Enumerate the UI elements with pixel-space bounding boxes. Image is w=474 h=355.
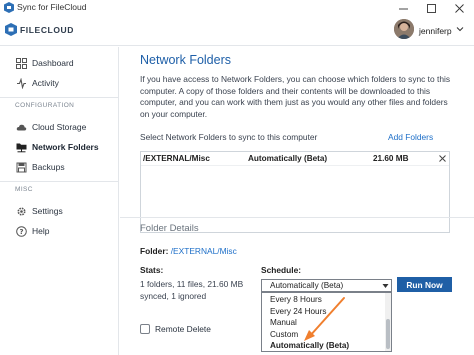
sidebar-item-cloud-storage[interactable]: Cloud Storage: [0, 117, 118, 137]
sidebar-item-label: Activity: [32, 78, 59, 88]
sidebar-item-label: Settings: [32, 206, 63, 216]
add-folders-link[interactable]: Add Folders: [388, 132, 433, 142]
sidebar-item-settings[interactable]: Settings: [0, 201, 118, 221]
run-now-button[interactable]: Run Now: [397, 277, 452, 292]
remove-icon[interactable]: [438, 154, 447, 163]
network-folder-list: /EXTERNAL/Misc Automatically (Beta) 21.6…: [140, 151, 450, 233]
dropdown-scrollbar[interactable]: [385, 293, 391, 351]
section-label-configuration: CONFIGURATION: [15, 102, 75, 109]
select-folders-label: Select Network Folders to sync to this c…: [140, 132, 318, 142]
table-row[interactable]: /EXTERNAL/Misc Automatically (Beta) 21.6…: [141, 152, 449, 166]
sidebar-item-label: Network Folders: [32, 142, 99, 152]
folder-info: Folder: /EXTERNAL/Misc: [140, 246, 237, 256]
svg-text:?: ?: [19, 228, 23, 236]
window-title: Sync for FileCloud: [17, 2, 87, 12]
backups-icon: [16, 162, 27, 173]
filecloud-logo: FILECLOUD: [5, 23, 74, 36]
sidebar-divider: [0, 181, 118, 182]
username[interactable]: jenniferp: [419, 26, 452, 36]
sidebar: Dashboard Activity CONFIGURATION Cloud S…: [0, 47, 119, 355]
schedule-select[interactable]: Automatically (Beta): [261, 279, 392, 292]
sidebar-divider: [0, 97, 118, 98]
folder-size-cell: 21.60 MB: [373, 154, 409, 163]
minimize-button[interactable]: [388, 0, 418, 16]
minimize-icon: [398, 8, 408, 9]
page-description: If you have access to Network Folders, y…: [140, 74, 451, 119]
title-bar: Sync for FileCloud: [0, 0, 474, 16]
section-label-misc: MISC: [15, 186, 33, 193]
logo-text: FILECLOUD: [20, 24, 75, 35]
main-panel: Network Folders If you have access to Ne…: [120, 47, 474, 355]
caret-down-icon: [382, 284, 389, 288]
sidebar-item-help[interactable]: ? Help: [0, 221, 118, 241]
folder-details-title: Folder Details: [140, 223, 199, 234]
scrollbar-thumb[interactable]: [386, 319, 390, 349]
user-photo-icon: [394, 19, 414, 39]
folder-path-cell: /EXTERNAL/Misc: [143, 154, 210, 163]
close-icon: [454, 3, 464, 13]
schedule-label: Schedule:: [261, 265, 302, 275]
filecloud-logo-icon: [5, 23, 17, 36]
dashboard-icon: [16, 58, 27, 69]
maximize-icon: [426, 3, 436, 13]
page-title: Network Folders: [140, 53, 231, 67]
close-button[interactable]: [444, 0, 474, 16]
help-icon: ?: [16, 226, 27, 237]
remote-delete-option[interactable]: Remote Delete: [140, 324, 211, 334]
sidebar-item-backups[interactable]: Backups: [0, 157, 118, 177]
schedule-selected-value: Automatically (Beta): [270, 281, 344, 290]
avatar[interactable]: [394, 19, 414, 39]
sidebar-item-activity[interactable]: Activity: [0, 73, 118, 93]
sidebar-item-network-folders[interactable]: Network Folders: [0, 137, 118, 157]
activity-icon: [17, 78, 26, 89]
sidebar-item-label: Help: [32, 226, 50, 236]
folder-schedule-cell: Automatically (Beta): [248, 154, 328, 163]
network-folders-icon: [16, 143, 27, 153]
section-divider: [120, 217, 474, 218]
cloud-icon: [16, 124, 27, 131]
stats-value: 1 folders, 11 files, 21.60 MB synced, 1 …: [140, 279, 244, 301]
gear-icon: [17, 207, 26, 216]
chevron-down-icon[interactable]: [456, 25, 464, 33]
app-header: FILECLOUD jenniferp: [0, 16, 474, 46]
stats-label: Stats:: [140, 265, 164, 275]
sidebar-item-label: Dashboard: [32, 58, 74, 68]
folder-label: Folder:: [140, 246, 169, 256]
remote-delete-checkbox[interactable]: [140, 324, 150, 334]
maximize-button[interactable]: [416, 0, 446, 16]
filecloud-app-icon: [4, 2, 14, 13]
folder-path-link[interactable]: /EXTERNAL/Misc: [171, 246, 237, 256]
remote-delete-label: Remote Delete: [155, 324, 211, 334]
sidebar-item-label: Cloud Storage: [32, 122, 87, 132]
sidebar-item-label: Backups: [32, 162, 65, 172]
sidebar-item-dashboard[interactable]: Dashboard: [0, 53, 118, 73]
annotation-arrow-icon: [304, 297, 345, 341]
